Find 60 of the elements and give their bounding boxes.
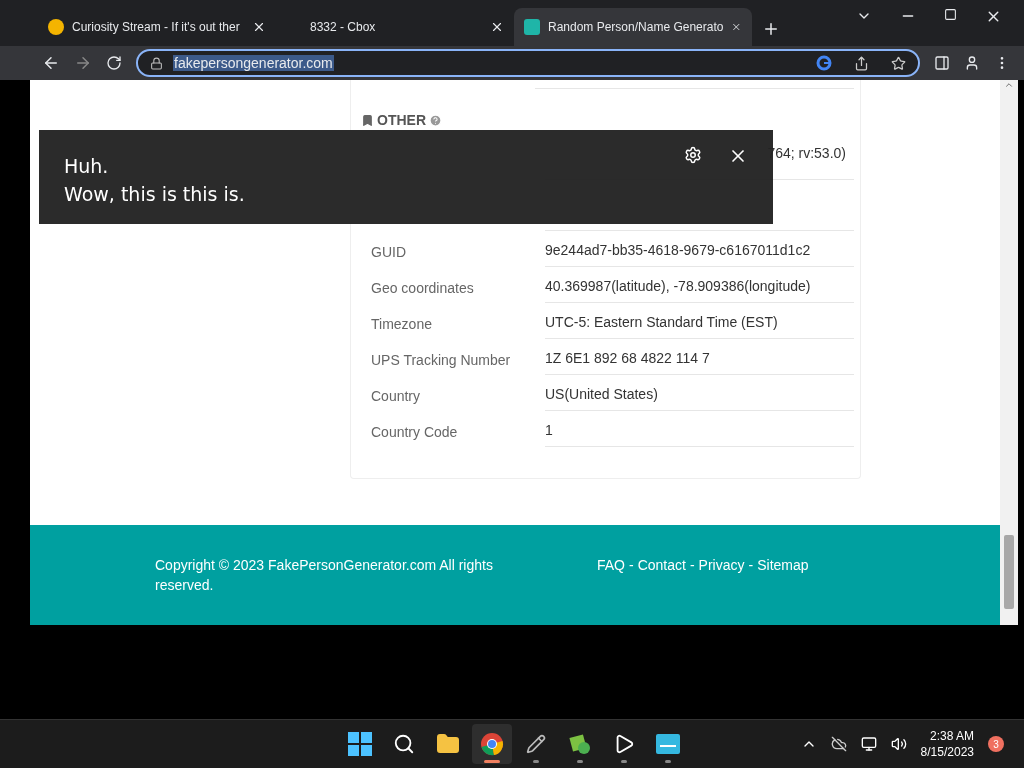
close-icon[interactable]	[490, 20, 504, 34]
row-label: Timezone	[371, 315, 433, 334]
favicon-icon	[48, 19, 64, 35]
favicon-icon	[524, 19, 540, 35]
bookmark-icon	[361, 113, 374, 127]
maximize-icon[interactable]	[944, 8, 957, 21]
reload-button[interactable]	[106, 55, 122, 71]
copyright-text: Copyright © 2023 FakePersonGenerator.com All rights reserved.	[155, 556, 494, 595]
search-icon	[393, 733, 415, 755]
windows-logo-icon	[348, 732, 372, 756]
section-title: OTHER	[377, 112, 426, 128]
help-icon[interactable]	[429, 113, 442, 127]
row-value: UTC-5: Eastern Standard Time (EST)	[545, 303, 854, 339]
row-value: US(United States)	[545, 375, 854, 411]
link-separator: -	[629, 556, 634, 575]
caption-line: Wow, this is this is.	[64, 182, 246, 207]
scroll-up-icon[interactable]	[1004, 80, 1014, 90]
scrollbar-track[interactable]	[1000, 80, 1018, 625]
link-separator: -	[748, 556, 754, 575]
caption-line: Huh.	[64, 154, 110, 179]
share-icon[interactable]	[854, 55, 869, 71]
row-label: UPS Tracking Number	[371, 351, 512, 370]
google-logo-icon[interactable]	[816, 55, 832, 71]
link-separator: -	[689, 556, 695, 575]
close-icon[interactable]	[252, 20, 266, 34]
row-label: Country	[371, 387, 422, 406]
row-value: 1	[545, 411, 854, 447]
folder-icon	[436, 732, 460, 756]
footer-link[interactable]: Sitemap	[757, 555, 809, 575]
side-panel-icon[interactable]	[934, 55, 950, 71]
cloud-off-icon[interactable]	[830, 736, 847, 752]
lock-icon	[150, 56, 163, 70]
screen-icon	[656, 734, 680, 754]
browser-tab[interactable]: Random Person/Name Generato	[514, 8, 752, 46]
clock[interactable]: 2:38 AM 8/15/2023	[920, 728, 974, 760]
forward-button[interactable]	[74, 54, 92, 72]
pen-icon	[526, 734, 546, 754]
footer-link[interactable]: FAQ	[597, 555, 625, 575]
browser-tab[interactable]: Curiosity Stream - If it's out ther	[38, 8, 276, 46]
address-bar[interactable]: fakepersongenerator.com	[136, 49, 920, 77]
scrollbar-thumb[interactable]	[1004, 535, 1014, 609]
taskbar-app[interactable]	[472, 724, 512, 764]
browser-logo-icon	[480, 732, 504, 756]
row-label: Geo coordinates	[371, 279, 475, 298]
network-icon[interactable]	[860, 736, 877, 752]
footer-link[interactable]: Privacy	[698, 555, 745, 575]
browser-tab[interactable]: 8332 - Cbox	[276, 8, 514, 46]
row-value: 40.369987(latitude), -78.909386(longitude)	[545, 267, 854, 303]
profile-icon[interactable]	[964, 55, 980, 71]
row-value: 9e244ad7-bb35-4618-9679-c6167011d1c2	[545, 231, 854, 267]
row-label: GUID	[371, 243, 407, 262]
shapes-icon	[569, 733, 591, 755]
star-icon[interactable]	[891, 55, 906, 71]
row-label: Country Code	[371, 423, 459, 442]
back-button[interactable]	[42, 54, 60, 72]
volume-icon[interactable]	[890, 736, 907, 752]
row-value: 1Z 6E1 892 68 4822 114 7	[545, 339, 854, 375]
new-tab-button[interactable]	[762, 20, 780, 38]
footer-link[interactable]: Contact	[637, 555, 686, 575]
settings-icon[interactable]	[684, 146, 702, 164]
